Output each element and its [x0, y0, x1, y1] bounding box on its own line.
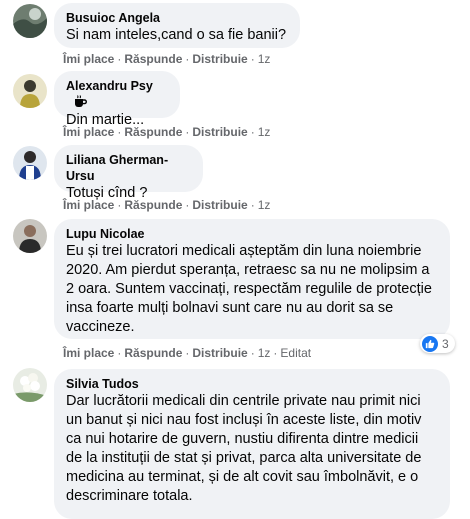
reaction-count: 3: [442, 336, 449, 351]
avatar[interactable]: [13, 74, 47, 108]
comment-text: Si nam inteles,cand o sa fie banii?: [66, 27, 287, 43]
edited-label[interactable]: Editat: [280, 346, 311, 360]
comment-bubble: Lupu Nicolae Eu și trei lucratori medica…: [54, 219, 450, 339]
comment-actions: Îmi place · Răspunde · Distribuie · 1z · Editat: [63, 345, 311, 361]
comment-actions: Îmi place · Răspunde · Distribuie · 1z: [63, 197, 270, 213]
reply-button[interactable]: Răspunde: [124, 52, 182, 66]
separator: ·: [273, 346, 278, 360]
share-button[interactable]: Distribuie: [192, 346, 247, 360]
comment-author[interactable]: Lupu Nicolae: [66, 226, 438, 242]
like-button[interactable]: Îmi place: [63, 198, 114, 212]
reply-button[interactable]: Răspunde: [124, 346, 182, 360]
comment-author[interactable]: Busuioc Angela: [66, 10, 288, 26]
comment-time[interactable]: 1z: [258, 125, 271, 139]
comment-author[interactable]: Silvia Tudos: [66, 376, 438, 392]
avatar[interactable]: [13, 219, 47, 253]
separator: ·: [185, 198, 190, 212]
separator: ·: [185, 346, 190, 360]
separator: ·: [117, 198, 122, 212]
comment-author[interactable]: Alexandru Psy: [66, 79, 153, 93]
share-button[interactable]: Distribuie: [192, 125, 247, 139]
separator: ·: [250, 198, 255, 212]
avatar[interactable]: [13, 146, 47, 180]
comment-bubble: Silvia Tudos Dar lucrătorii medicali din…: [54, 369, 450, 519]
comment-time[interactable]: 1z: [258, 346, 271, 360]
separator: ·: [185, 52, 190, 66]
like-button[interactable]: Îmi place: [63, 346, 114, 360]
separator: ·: [250, 125, 255, 139]
separator: ·: [117, 52, 122, 66]
like-button[interactable]: Îmi place: [63, 52, 114, 66]
separator: ·: [117, 346, 122, 360]
share-button[interactable]: Distribuie: [192, 52, 247, 66]
comment-text: Eu și trei lucratori medicali așteptăm d…: [66, 243, 432, 335]
comment-author[interactable]: Liliana Gherman-Ursu: [66, 152, 191, 184]
reply-button[interactable]: Răspunde: [124, 198, 182, 212]
comment-time[interactable]: 1z: [258, 52, 271, 66]
separator: ·: [250, 52, 255, 66]
separator: ·: [185, 125, 190, 139]
reaction-count-badge[interactable]: 3: [420, 334, 455, 353]
like-button[interactable]: Îmi place: [63, 125, 114, 139]
avatar[interactable]: [13, 4, 47, 38]
avatar[interactable]: [13, 368, 47, 402]
like-icon: [422, 335, 438, 352]
separator: ·: [250, 346, 255, 360]
comment-bubble: Alexandru Psy Din martie...: [54, 71, 180, 128]
comment-time[interactable]: 1z: [258, 198, 271, 212]
comment-author-row: Alexandru Psy: [66, 78, 168, 111]
comment-actions: Îmi place · Răspunde · Distribuie · 1z: [63, 51, 270, 67]
comment-bubble: Liliana Gherman-Ursu Totuși cînd ?: [54, 145, 203, 201]
separator: ·: [117, 125, 122, 139]
comment-actions: Îmi place · Răspunde · Distribuie · 1z: [63, 124, 270, 140]
reply-button[interactable]: Răspunde: [124, 125, 182, 139]
share-button[interactable]: Distribuie: [192, 198, 247, 212]
coffee-cup-icon: [72, 94, 88, 110]
comment-bubble: Busuioc Angela Si nam inteles,cand o sa …: [54, 3, 300, 48]
comment-text: Dar lucrătorii medicali din centrile pri…: [66, 393, 422, 504]
